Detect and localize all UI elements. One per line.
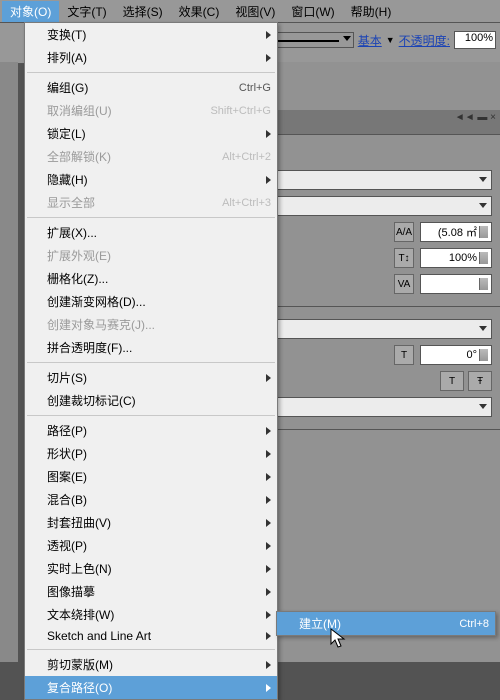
menu-compound-path[interactable]: 复合路径(O)	[25, 676, 277, 699]
menu-text-wrap[interactable]: 文本绕排(W)	[25, 603, 277, 626]
font-size-input[interactable]: (5.08 ㎡	[420, 222, 492, 242]
submenu-arrow-icon	[266, 588, 271, 596]
menu-type[interactable]: 文字(T)	[59, 1, 114, 22]
submenu-arrow-icon	[266, 519, 271, 527]
vertical-scale-icon: T↕	[394, 248, 414, 268]
menu-flatten[interactable]: 拼合透明度(F)...	[25, 336, 277, 359]
submenu-arrow-icon	[266, 684, 271, 692]
menu-arrange[interactable]: 排列(A)	[25, 46, 277, 69]
submenu-arrow-icon	[266, 496, 271, 504]
opacity-label[interactable]: 不透明度:	[399, 32, 450, 49]
rotation-input[interactable]: 0°	[420, 345, 492, 365]
compound-path-submenu: 建立(M)Ctrl+8	[276, 611, 496, 636]
tracking-icon: VA	[394, 274, 414, 294]
menu-image-trace[interactable]: 图像描摹	[25, 580, 277, 603]
stroke-style-dropdown[interactable]	[272, 32, 354, 48]
menu-window[interactable]: 窗口(W)	[283, 1, 342, 22]
leading-icon: A/A	[394, 222, 414, 242]
menu-separator	[27, 415, 275, 416]
tracking-input[interactable]	[420, 274, 492, 294]
submenu-arrow-icon	[266, 565, 271, 573]
menu-separator	[27, 362, 275, 363]
menu-slice[interactable]: 切片(S)	[25, 366, 277, 389]
menu-effect[interactable]: 效果(C)	[171, 1, 228, 22]
menu-shape[interactable]: 形状(P)	[25, 442, 277, 465]
strikethrough-icon[interactable]: Ŧ	[468, 371, 492, 391]
menu-ungroup: 取消编组(U)Shift+Ctrl+G	[25, 99, 277, 122]
underline-icon[interactable]: T	[440, 371, 464, 391]
chevron-down-icon[interactable]: ▼	[386, 35, 395, 45]
vertical-scale-input[interactable]: 100%	[420, 248, 492, 268]
submenu-arrow-icon	[266, 611, 271, 619]
menu-object[interactable]: 对象(O)	[2, 1, 59, 22]
menu-perspective[interactable]: 透视(P)	[25, 534, 277, 557]
menu-blend[interactable]: 混合(B)	[25, 488, 277, 511]
submenu-arrow-icon	[266, 542, 271, 550]
menu-select[interactable]: 选择(S)	[115, 1, 171, 22]
menu-hide[interactable]: 隐藏(H)	[25, 168, 277, 191]
submenu-arrow-icon	[266, 374, 271, 382]
menu-live-paint[interactable]: 实时上色(N)	[25, 557, 277, 580]
submenu-arrow-icon	[266, 31, 271, 39]
menu-clipping-mask[interactable]: 剪切蒙版(M)	[25, 653, 277, 676]
basic-link[interactable]: 基本	[358, 32, 382, 49]
submenu-make[interactable]: 建立(M)Ctrl+8	[277, 612, 495, 635]
submenu-arrow-icon	[266, 176, 271, 184]
menu-envelope[interactable]: 封套扭曲(V)	[25, 511, 277, 534]
menu-view[interactable]: 视图(V)	[227, 1, 283, 22]
menu-mosaic: 创建对象马赛克(J)...	[25, 313, 277, 336]
menu-lock[interactable]: 锁定(L)	[25, 122, 277, 145]
submenu-arrow-icon	[266, 54, 271, 62]
menu-separator	[27, 649, 275, 650]
menu-rasterize[interactable]: 栅格化(Z)...	[25, 267, 277, 290]
menu-path[interactable]: 路径(P)	[25, 419, 277, 442]
panel-collapse-icon[interactable]: ◄◄ ▬ ×	[455, 112, 496, 123]
menu-separator	[27, 217, 275, 218]
menu-transform[interactable]: 变换(T)	[25, 23, 277, 46]
menu-show-all: 显示全部Alt+Ctrl+3	[25, 191, 277, 214]
rotation-icon: T	[394, 345, 414, 365]
left-rail	[0, 62, 18, 662]
submenu-arrow-icon	[266, 473, 271, 481]
menu-gradient-mesh[interactable]: 创建渐变网格(D)...	[25, 290, 277, 313]
menu-trim-marks[interactable]: 创建裁切标记(C)	[25, 389, 277, 412]
menu-separator	[27, 72, 275, 73]
submenu-arrow-icon	[266, 450, 271, 458]
menu-sketch-line-art[interactable]: Sketch and Line Art	[25, 626, 277, 646]
menubar: 对象(O) 文字(T) 选择(S) 效果(C) 视图(V) 窗口(W) 帮助(H…	[0, 0, 500, 23]
menu-group[interactable]: 编组(G)Ctrl+G	[25, 76, 277, 99]
submenu-arrow-icon	[266, 632, 271, 640]
menu-expand[interactable]: 扩展(X)...	[25, 221, 277, 244]
menu-help[interactable]: 帮助(H)	[343, 1, 400, 22]
menu-unlock-all: 全部解锁(K)Alt+Ctrl+2	[25, 145, 277, 168]
submenu-arrow-icon	[266, 130, 271, 138]
submenu-arrow-icon	[266, 427, 271, 435]
menu-pattern[interactable]: 图案(E)	[25, 465, 277, 488]
menu-expand-appearance: 扩展外观(E)	[25, 244, 277, 267]
object-menu-dropdown: 变换(T) 排列(A) 编组(G)Ctrl+G 取消编组(U)Shift+Ctr…	[24, 22, 278, 700]
opacity-input[interactable]: 100%	[454, 31, 496, 49]
